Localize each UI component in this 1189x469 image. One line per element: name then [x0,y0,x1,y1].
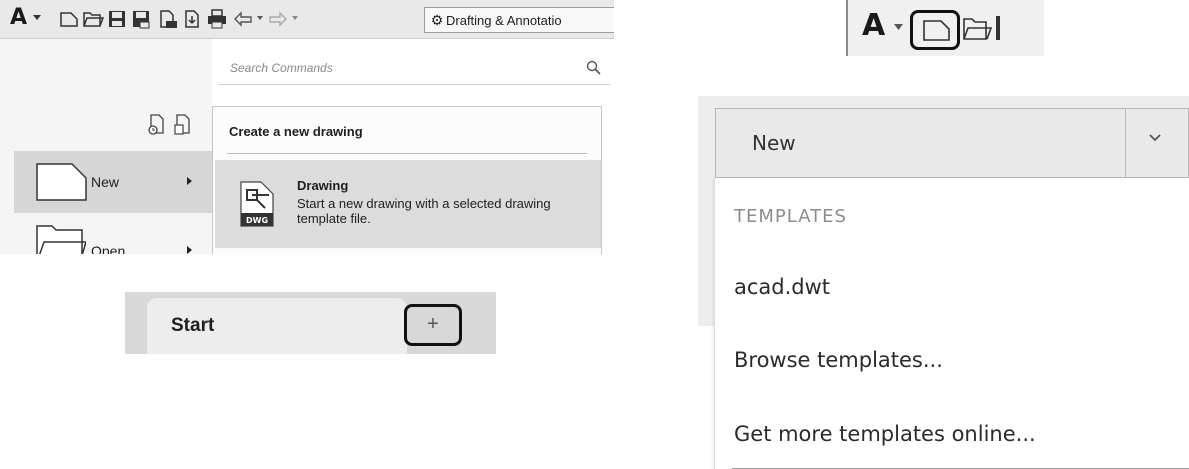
undo-icon[interactable] [232,8,254,30]
app-menu-dropdown-icon[interactable] [33,13,42,22]
app-logo[interactable]: A [10,5,27,30]
tab-start-label: Start [171,315,215,336]
save-as-icon[interactable] [130,8,152,30]
split-divider [1125,109,1126,177]
new-dropdown-panel: New TEMPLATES acad.dwt Browse templates.… [698,96,1189,469]
workspace-switcher[interactable]: ⚙ Drafting & Annotatio [424,7,614,33]
divider [227,153,587,154]
redo-icon[interactable] [267,8,289,30]
menu-item-new-label: New [91,174,120,190]
new-drawing-option[interactable]: DWG Drawing Start a new drawing with a s… [215,160,601,248]
redo-dropdown-icon[interactable] [292,15,299,22]
open-folder-icon[interactable] [962,16,992,42]
application-menu-panel: A ⚙ Drafting & Annotatio Search Commands… [0,0,614,254]
get-more-templates-option[interactable]: Get more templates online... [734,422,1036,446]
template-option-acad[interactable]: acad.dwt [734,275,830,299]
app-logo-large[interactable]: A [862,8,885,43]
open-from-web-icon[interactable] [157,8,179,30]
tab-start[interactable]: Start [147,298,407,354]
plus-icon: + [427,313,439,335]
menu-item-new[interactable]: New [14,151,212,213]
plot-icon[interactable] [206,8,228,30]
workspace-label: Drafting & Annotatio [446,13,562,28]
toolbar-zoom-panel: A [846,0,1044,56]
search-icon[interactable] [586,60,602,76]
templates-heading: TEMPLATES [734,206,847,227]
save-icon[interactable] [106,8,128,30]
search-commands-input[interactable]: Search Commands [230,61,333,75]
save-to-web-icon[interactable] [181,8,203,30]
app-menu-dropdown-icon[interactable] [894,23,904,31]
templates-dropdown-menu: TEMPLATES acad.dwt Browse templates... G… [714,178,1189,469]
new-drawing-icon [923,20,951,42]
undo-dropdown-icon[interactable] [257,15,264,22]
file-tabs-bar: Start + [125,292,496,354]
new-tab-plus-button[interactable]: + [404,304,462,346]
open-folder-icon[interactable] [82,8,104,30]
open-documents-icon[interactable] [172,113,194,137]
save-icon-partial[interactable] [996,16,1000,40]
chevron-down-icon[interactable] [1148,133,1162,143]
drawing-option-description: Start a new drawing with a selected draw… [297,196,551,226]
new-submenu-flyout: Create a new drawing DWG Drawing Start a… [212,106,602,254]
gear-icon: ⚙ [430,12,444,28]
new-split-button[interactable]: New [715,108,1189,178]
new-button-label[interactable]: New [752,131,796,155]
new-drawing-icon[interactable] [58,8,80,30]
open-folder-large-icon [36,224,86,254]
new-file-icon [36,163,88,201]
recent-documents-icon[interactable] [146,113,168,137]
quick-access-toolbar: A ⚙ Drafting & Annotatio [0,0,614,39]
submenu-arrow-icon [187,246,192,254]
dwg-badge: DWG [246,216,268,225]
drawing-option-title: Drawing [297,178,349,193]
search-commands-box[interactable]: Search Commands [218,54,610,85]
dwg-drawing-icon: DWG [239,180,279,228]
submenu-arrow-icon [187,177,192,185]
menu-item-open[interactable]: Open [14,216,212,254]
new-drawing-button-highlighted[interactable] [910,10,960,50]
flyout-header: Create a new drawing [229,124,363,139]
browse-templates-option[interactable]: Browse templates... [734,348,943,372]
menu-item-open-label: Open [91,243,126,254]
